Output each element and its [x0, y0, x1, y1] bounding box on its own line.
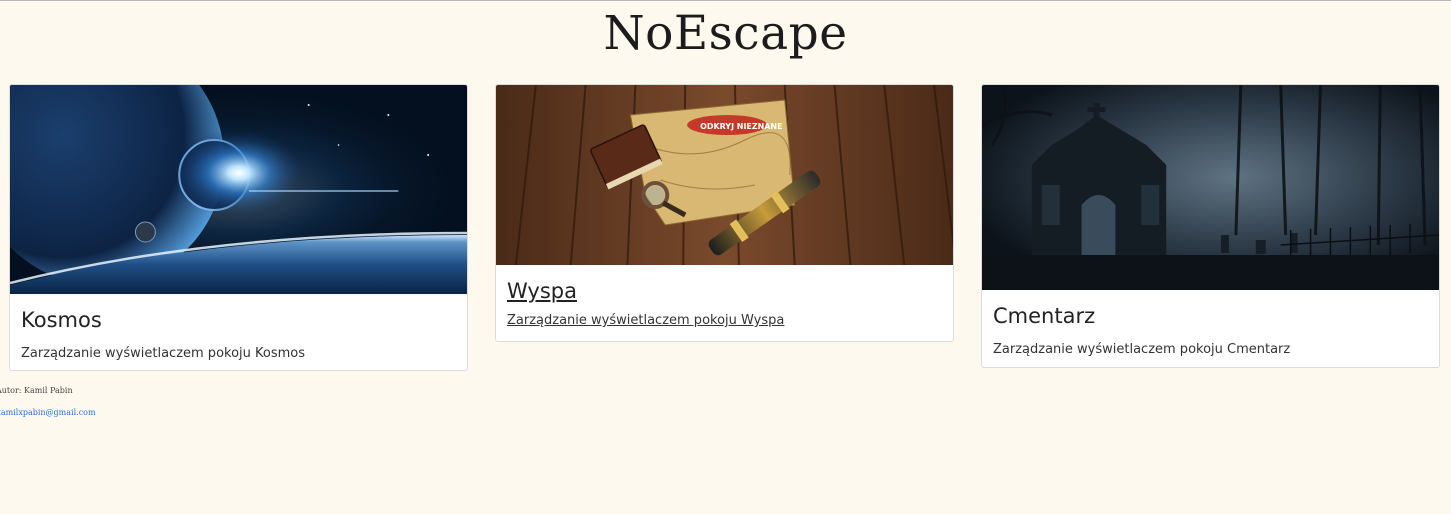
treasure-map-image: ODKRYJ NIEZNANE: [496, 85, 953, 265]
map-label: ODKRYJ NIEZNANE: [700, 122, 782, 131]
room-description-cmentarz: Zarządzanie wyświetlaczem pokoju Cmentar…: [993, 342, 1291, 357]
room-card-wyspa[interactable]: ODKRYJ NIEZNANE Wyspa Zarządzanie wyświe…: [495, 84, 954, 342]
room-card-cmentarz[interactable]: Cmentarz Zarządzanie wyświetlaczem pokoj…: [981, 84, 1440, 368]
graveyard-crypt-image: [982, 85, 1439, 290]
page-title: NoEscape: [603, 6, 848, 61]
room-description-wyspa[interactable]: Zarządzanie wyświetlaczem pokoju Wyspa: [507, 312, 942, 330]
footer-email-link[interactable]: kamilxpabin@gmail.com: [0, 408, 96, 417]
footer-author: Autor: Kamil Pabin: [0, 386, 73, 395]
room-title-wyspa[interactable]: Wyspa: [507, 277, 942, 305]
room-title-cmentarz: Cmentarz: [993, 304, 1096, 328]
room-card-kosmos[interactable]: Kosmos Zarządzanie wyświetlaczem pokoju …: [9, 84, 468, 371]
space-planet-image: [10, 85, 467, 294]
room-description-kosmos: Zarządzanie wyświetlaczem pokoju Kosmos: [21, 346, 306, 361]
room-title-kosmos: Kosmos: [21, 308, 102, 332]
